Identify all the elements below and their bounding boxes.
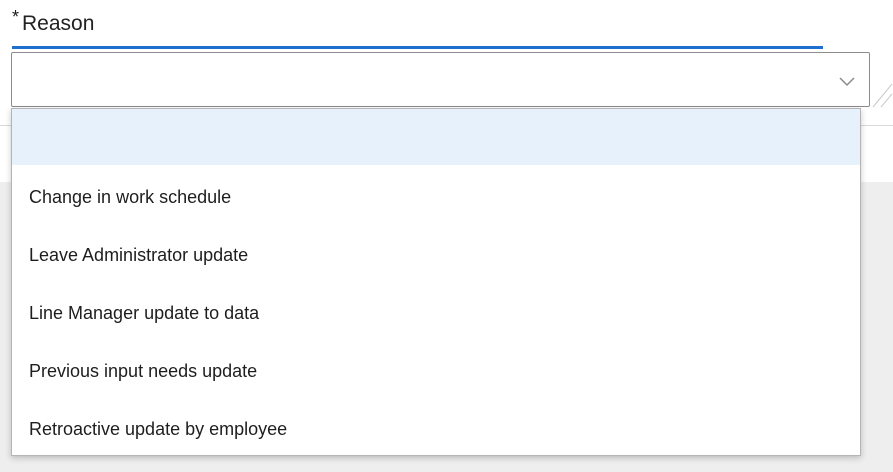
reason-dropdown-list: Change in work schedule Leave Administra… bbox=[11, 108, 861, 456]
dropdown-option-retroactive-update[interactable]: Retroactive update by employee bbox=[12, 401, 860, 455]
reason-select[interactable] bbox=[11, 52, 870, 107]
dropdown-option-change-in-work-schedule[interactable]: Change in work schedule bbox=[12, 169, 860, 225]
focus-underline bbox=[12, 46, 823, 49]
field-label-text: Reason bbox=[22, 12, 95, 35]
dropdown-option-leave-administrator-update[interactable]: Leave Administrator update bbox=[12, 227, 860, 283]
chevron-down-icon[interactable] bbox=[838, 75, 856, 87]
resize-handle-icon bbox=[872, 83, 893, 108]
dropdown-option-previous-input-needs-update[interactable]: Previous input needs update bbox=[12, 343, 860, 399]
dropdown-option-line-manager-update[interactable]: Line Manager update to data bbox=[12, 285, 860, 341]
dropdown-option-empty[interactable] bbox=[12, 109, 860, 165]
required-asterisk: * bbox=[12, 7, 20, 27]
